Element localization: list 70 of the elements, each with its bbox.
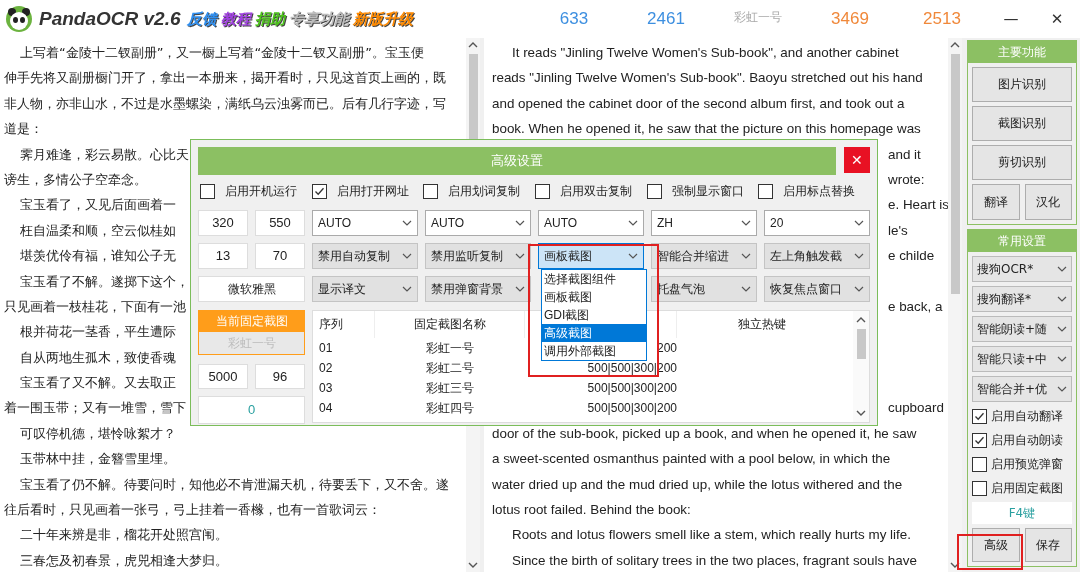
checkbox-label: 启用预览弹窗	[991, 455, 1063, 473]
checkbox-label: 启用划词复制	[448, 182, 521, 200]
group-header: 主要功能	[968, 41, 1076, 63]
stat-value: 633	[558, 9, 590, 29]
text-line: 非人物，亦非山水，不过是水墨螺染，满纸乌云浊雾而已。后有几行字迹，写	[4, 95, 446, 111]
column-header: 序列	[313, 311, 375, 338]
table-cell: 500|500|300|200	[587, 381, 677, 395]
text-line: 宝玉看了仍不解。待要问时，知他必不肯泄漏天机，待要丢下，又不舍。遂	[19, 476, 449, 492]
text-line: water dried up and the mud dried up, while the lotus withered and the	[492, 476, 903, 492]
text-line: e back, a	[888, 298, 943, 314]
checkbox-label: 启用自动朗读	[991, 431, 1063, 449]
stat-value: 彩虹一号	[733, 9, 783, 26]
checkbox-label: 启用打开网址	[336, 182, 409, 200]
table-cell: 01	[319, 341, 333, 355]
column-header: 固定截图名称	[375, 311, 525, 338]
text-line: 伸手先将又副册橱门开了，拿出一本册来，揭开看时，只见这首页上画的，既	[4, 70, 446, 86]
text-line: 霁月难逢，彩云易散。心比天	[19, 146, 189, 162]
text-line: 二十年来辨是非，榴花开处照宫闱。	[19, 527, 228, 543]
stat-value: 3469	[830, 9, 870, 29]
text-line: and opened the cabinet door of the second album first, and took out a	[492, 95, 905, 111]
stat-value: 2513	[922, 9, 962, 29]
text-line: 自从两地生孤木，致使香魂	[19, 349, 176, 365]
table-cell: 04	[319, 401, 333, 415]
text-line: 三春怎及初春景，虎兕相逢大梦归。	[19, 552, 228, 568]
table-cell: 500|500|300|200	[587, 401, 677, 415]
text-line: 上写着“金陵十二钗副册”，又一橱上写着“金陵十二钗又副册”。宝玉便	[19, 45, 424, 60]
checkbox-label: 启用固定截图	[991, 479, 1063, 497]
text-line: 宝玉看了不解。遂掷下这个，	[19, 273, 189, 289]
table-cell: 03	[319, 381, 333, 395]
text-line: Since the birth of solitary trees in the two places, fragrant souls have	[511, 552, 917, 568]
checkbox-label: 启用开机运行	[225, 182, 297, 200]
text-line: 只见画着一枝桂花，下面有一池	[4, 298, 186, 314]
text-line: cupboard	[888, 400, 944, 416]
text-line: 往后看时，只见画着一张弓，弓上挂着一香橼，也有一首歌词云：	[4, 502, 381, 518]
text-line: le's	[888, 222, 908, 238]
column-header: 独立热键	[737, 316, 787, 333]
dialog-title: 高级设置	[198, 147, 836, 175]
text-line: 枉自温柔和顺，空云似桂如	[19, 222, 176, 238]
text-line: and it	[888, 146, 921, 162]
text-line: book. When he opened it, he saw that the picture on this homepage was	[492, 121, 921, 137]
text-line: lotus root failed. Behind the book:	[492, 502, 691, 518]
table-cell: 02	[319, 361, 333, 375]
text-line: a sweet-scented osmanthus painted with a pool below, in which the	[492, 451, 891, 467]
text-line: 宝玉看了又不解。又去取正	[19, 375, 176, 391]
text-line: 谤生，多情公子空牵念。	[4, 171, 147, 187]
checkbox-label: 强制显示窗口	[671, 182, 744, 200]
text-line: reads "Jinling Twelve Women's Sub-book". Baoyu stretched out his hand	[492, 70, 923, 86]
text-line: 玉带林中挂，金簪雪里埋。	[19, 451, 176, 467]
text-line: e. Heart is	[888, 197, 948, 213]
checkbox-label: 启用双击复制	[560, 182, 632, 200]
checkbox-label: 启用自动翻译	[991, 407, 1063, 425]
table-cell: 彩虹一号	[426, 341, 474, 355]
table-cell: 彩虹三号	[426, 381, 474, 395]
table-cell: 彩虹二号	[426, 361, 474, 375]
table-cell: 彩虹四号	[426, 401, 474, 415]
text-line: 根并荷花一茎香，平生遭际	[19, 324, 176, 340]
text-line: Roots and lotus flowers smell like a stem, which really hurts my life.	[511, 527, 911, 543]
text-line: wrote:	[888, 171, 925, 187]
app-title: PandaOCR v2.6	[39, 8, 181, 30]
checkbox-label: 启用标点替换	[783, 182, 856, 200]
text-line: 可叹停机德，堪怜咏絮才？	[19, 425, 176, 441]
text-line: 着一围玉带；又有一堆雪，雪下	[4, 400, 186, 416]
text-line: 堪羡优伶有福，谁知公子无	[19, 248, 176, 264]
text-line: It reads "Jinling Twelve Women's Sub-book", and another cabinet	[511, 45, 899, 60]
text-line: 道是：	[4, 121, 43, 137]
stat-value: 2461	[646, 9, 686, 29]
group-header: 常用设置	[968, 230, 1076, 252]
text-line: 宝玉看了，又见后面画着一	[19, 197, 176, 213]
text-line: door of the sub-book, picked up a book, and when he opened it, he saw	[492, 425, 917, 441]
text-line: e childe	[888, 248, 935, 264]
